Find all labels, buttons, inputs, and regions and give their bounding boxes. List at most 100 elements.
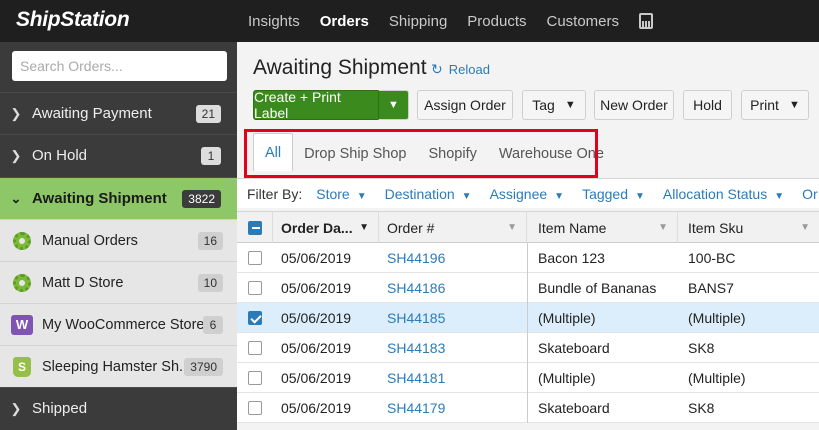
item-name-cell: Bundle of Bananas [538, 280, 657, 296]
order-number-link[interactable]: SH44186 [387, 273, 525, 303]
print-button[interactable]: Print ▼ [741, 90, 809, 120]
store-label: Manual Orders [42, 232, 138, 249]
count-badge: 3790 [184, 357, 223, 376]
reload-link[interactable]: ↻ Reload [431, 61, 490, 78]
column-header-order-date[interactable]: Order Da... ▼ [273, 212, 379, 243]
column-header-item-sku[interactable]: Item Sku ▼ [678, 212, 819, 243]
sort-desc-icon: ▼ [359, 222, 369, 233]
row-checkbox[interactable] [248, 401, 262, 415]
item-sku-cell: 100-BC [688, 250, 736, 266]
calculator-icon[interactable] [639, 13, 654, 29]
caret-down-icon: ▼ [356, 190, 367, 202]
tag-text: Tag [532, 97, 555, 113]
reload-label: Reload [448, 62, 490, 77]
top-nav-bar: ShipStation Insights Orders Shipping Pro… [0, 0, 819, 42]
sidebar-item-on-hold[interactable]: ❯ On Hold 1 [0, 134, 237, 176]
sidebar-store-matt-d-store[interactable]: Matt D Store 10 [0, 261, 237, 303]
woocommerce-icon: W [11, 314, 33, 335]
order-date-cell: 05/06/2019 [281, 370, 352, 386]
tab-all[interactable]: All [253, 133, 294, 171]
sidebar-store-manual-orders[interactable]: Manual Orders 16 [0, 219, 237, 261]
item-name-cell: (Multiple) [538, 370, 596, 386]
filter-by-label: Filter By: [247, 185, 303, 202]
column-divider [527, 243, 528, 273]
hold-button[interactable]: Hold [683, 90, 732, 120]
caret-down-icon: ▼ [388, 99, 399, 111]
print-text: Print [750, 97, 779, 113]
tab-shopify[interactable]: Shopify [418, 137, 488, 171]
order-date-cell: 05/06/2019 [281, 340, 352, 356]
sidebar-store-woocommerce[interactable]: W My WooCommerce Store 6 [0, 303, 237, 345]
order-number-link[interactable]: SH44185 [387, 303, 525, 333]
tag-button[interactable]: Tag ▼ [522, 90, 586, 120]
select-all-checkbox[interactable] [247, 220, 262, 235]
gear-icon [13, 231, 31, 250]
order-number-link[interactable]: SH44183 [387, 333, 525, 363]
assign-order-button[interactable]: Assign Order [417, 90, 513, 120]
row-checkbox[interactable] [248, 281, 262, 295]
shipstation-logo[interactable]: ShipStation [16, 8, 130, 32]
assign-order-text: Assign Order [424, 97, 506, 113]
filter-allocation-status[interactable]: Allocation Status ▼ [663, 186, 784, 202]
search-orders-input[interactable] [12, 51, 227, 81]
caret-down-icon: ▼ [461, 190, 472, 202]
filter-tagged[interactable]: Tagged ▼ [582, 186, 645, 202]
sidebar-item-label: On Hold [32, 147, 88, 164]
filter-assignee[interactable]: Assignee ▼ [490, 186, 565, 202]
nav-products[interactable]: Products [467, 13, 526, 30]
chevron-right-icon: ❯ [10, 400, 22, 416]
item-name-cell: Skateboard [538, 400, 610, 416]
filter-destination[interactable]: Destination ▼ [385, 186, 472, 202]
table-row[interactable]: 05/06/2019 SH44181 (Multiple) (Multiple) [237, 363, 819, 393]
tab-drop-ship-shop[interactable]: Drop Ship Shop [293, 137, 417, 171]
table-row[interactable]: 05/06/2019 SH44179 Skateboard SK8 [237, 393, 819, 423]
table-row[interactable]: 05/06/2019 SH44183 Skateboard SK8 [237, 333, 819, 363]
gear-icon [13, 273, 31, 292]
main-content: Awaiting Shipment ↻ Reload Create + Prin… [237, 42, 819, 430]
sidebar-item-label: Awaiting Shipment [32, 190, 167, 207]
item-sku-cell: (Multiple) [688, 310, 746, 326]
new-order-button[interactable]: New Order [594, 90, 674, 120]
order-number-link[interactable]: SH44181 [387, 363, 525, 393]
table-row[interactable]: 05/06/2019 SH44196 Bacon 123 100-BC [237, 243, 819, 273]
table-row[interactable]: 05/06/2019 SH44186 Bundle of Bananas BANS7 [237, 273, 819, 303]
sidebar-store-sleeping-hamster[interactable]: S Sleeping Hamster Sh... 3790 [0, 345, 237, 387]
nav-shipping[interactable]: Shipping [389, 13, 447, 30]
column-header-order-number[interactable]: Order # ▼ [379, 212, 527, 243]
table-header: Order Da... ▼ Order # ▼ Item Name ▼ Item Sk… [237, 211, 819, 243]
create-print-label-button[interactable]: Create + Print Label [253, 89, 379, 121]
nav-orders[interactable]: Orders [320, 13, 369, 30]
store-label: Sleeping Hamster Sh... [42, 358, 185, 375]
sidebar: ❯ Awaiting Payment 21 ❯ On Hold 1 ⌄ Awai… [0, 42, 246, 430]
table-row[interactable]: 05/06/2019 SH44185 (Multiple) (Multiple) [237, 303, 819, 333]
filter-more[interactable]: Or [802, 186, 818, 202]
tab-warehouse-one[interactable]: Warehouse One [488, 137, 615, 171]
row-checkbox[interactable] [248, 251, 262, 265]
count-badge: 10 [197, 273, 223, 292]
column-menu-icon: ▼ [800, 222, 810, 233]
filter-store[interactable]: Store ▼ [316, 186, 366, 202]
row-checkbox[interactable] [248, 311, 262, 325]
item-sku-cell: SK8 [688, 400, 715, 416]
sidebar-item-awaiting-payment[interactable]: ❯ Awaiting Payment 21 [0, 92, 237, 134]
row-checkbox[interactable] [248, 341, 262, 355]
count-badge: 6 [203, 315, 223, 334]
column-header-item-name[interactable]: Item Name ▼ [528, 212, 678, 243]
brand-name: ShipStation [16, 8, 130, 31]
caret-down-icon: ▼ [788, 99, 800, 111]
order-number-link[interactable]: SH44179 [387, 393, 525, 423]
new-order-text: New Order [600, 97, 668, 113]
chevron-right-icon: ❯ [10, 147, 22, 163]
main-nav: Insights Orders Shipping Products Custom… [248, 0, 654, 42]
create-print-dropdown-button[interactable]: ▼ [378, 90, 409, 120]
row-checkbox[interactable] [248, 371, 262, 385]
order-number-link[interactable]: SH44196 [387, 243, 525, 273]
nav-insights[interactable]: Insights [248, 13, 300, 30]
caret-down-icon: ▼ [774, 190, 785, 202]
sidebar-item-awaiting-shipment[interactable]: ⌄ Awaiting Shipment 3822 [0, 177, 246, 219]
nav-customers[interactable]: Customers [547, 13, 620, 30]
count-badge: 3822 [182, 189, 221, 208]
page-title: Awaiting Shipment [253, 56, 427, 79]
order-date-cell: 05/06/2019 [281, 310, 352, 326]
sidebar-item-shipped[interactable]: ❯ Shipped [0, 387, 237, 429]
